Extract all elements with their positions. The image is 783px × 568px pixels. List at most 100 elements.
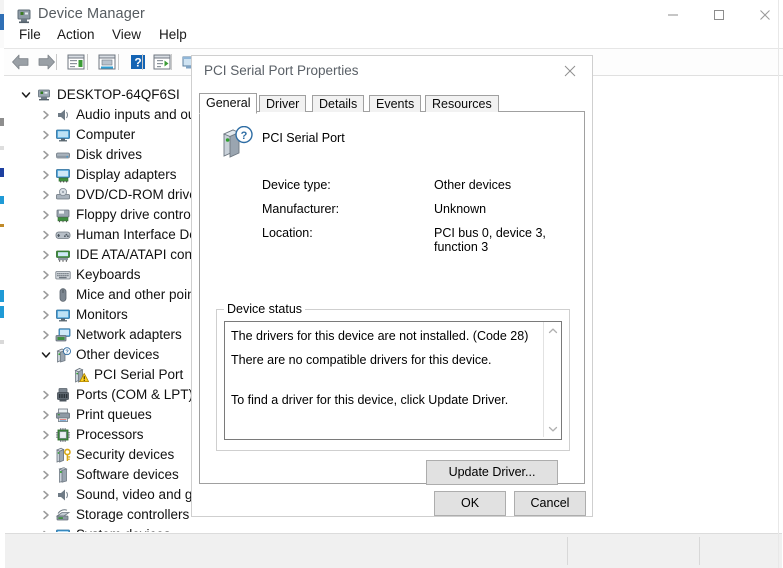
tab-resources[interactable]: Resources [425, 95, 499, 113]
status-line-2: There are no compatible drivers for this… [231, 353, 492, 367]
general-tab-panel: ? PCI Serial Port Device type: Other dev… [199, 112, 585, 485]
system-device-icon [55, 527, 71, 532]
hid-icon [55, 227, 71, 243]
menu-view[interactable]: View [105, 24, 148, 46]
chevron-right-icon[interactable] [39, 485, 53, 505]
chevron-right-icon[interactable] [39, 125, 53, 145]
menu-action[interactable]: Action [50, 24, 102, 46]
warning-device-icon [73, 367, 89, 383]
manufacturer-value: Unknown [434, 202, 487, 216]
dialog-title: PCI Serial Port Properties [204, 63, 359, 78]
security-device-icon [55, 447, 71, 463]
chevron-right-icon[interactable] [39, 505, 53, 525]
speaker-icon [55, 487, 71, 503]
toolbar-separator [56, 54, 57, 70]
chevron-right-icon[interactable] [39, 405, 53, 425]
display-adapter-icon [55, 167, 71, 183]
toolbar-separator [142, 54, 143, 70]
chevron-right-icon[interactable] [39, 225, 53, 245]
unknown-device-icon: ? [219, 125, 255, 160]
storage-controller-icon [55, 507, 71, 523]
svg-text:?: ? [241, 130, 248, 142]
menu-file[interactable]: File [12, 24, 48, 46]
dialog-tabs: General Driver Details Events Resources [199, 93, 585, 114]
properties-icon[interactable] [65, 52, 87, 72]
scroll-down-arrow[interactable] [544, 420, 561, 437]
device-type-label: Device type: [262, 178, 331, 192]
update-driver-button[interactable]: Update Driver... [426, 460, 558, 485]
screen: Device Manager File Action View Help ? D… [0, 0, 783, 568]
device-name: PCI Serial Port [262, 131, 345, 145]
print-queue-icon [55, 407, 71, 423]
tree-node-label: Keyboards [76, 267, 141, 282]
tree-node-label: Processors [76, 427, 144, 442]
chevron-right-icon[interactable] [39, 305, 53, 325]
chevron-right-icon[interactable] [39, 465, 53, 485]
tree-node-label: Computer [76, 127, 136, 142]
chevron-right-icon[interactable] [39, 165, 53, 185]
chevron-right-icon[interactable] [39, 205, 53, 225]
dialog-close-button[interactable] [547, 56, 592, 86]
optical-drive-icon [55, 187, 71, 203]
pci-serial-port-properties-dialog: PCI Serial Port Properties General Drive… [191, 55, 593, 517]
disk-icon [55, 147, 71, 163]
chevron-right-icon[interactable] [39, 265, 53, 285]
status-pane-2 [571, 536, 701, 566]
tree-node-label: Storage controllers [76, 507, 190, 522]
chevron-right-icon[interactable] [39, 445, 53, 465]
device-manager-icon [14, 5, 34, 25]
status-divider [699, 537, 700, 565]
tree-node-label: PCI Serial Port [94, 367, 184, 382]
show-hide-console-icon[interactable] [96, 52, 118, 72]
monitor-icon [55, 307, 71, 323]
status-scrollbar[interactable] [543, 322, 561, 437]
tree-node-label: Other devices [76, 347, 160, 362]
toolbar-separator [171, 54, 172, 70]
chevron-down-icon[interactable] [19, 85, 33, 105]
chevron-right-icon[interactable] [39, 185, 53, 205]
device-status-textbox[interactable]: The drivers for this device are not inst… [224, 321, 562, 440]
tree-node-label: Monitors [76, 307, 128, 322]
ok-button[interactable]: OK [434, 491, 506, 516]
scan-hardware-icon[interactable] [151, 52, 173, 72]
ide-controller-icon [55, 247, 71, 263]
chevron-right-icon[interactable] [39, 145, 53, 165]
floppy-ctrl-icon [55, 207, 71, 223]
menu-bar: File Action View Help [4, 24, 783, 46]
scroll-up-arrow[interactable] [544, 322, 561, 339]
tree-node-label: DVD/CD-ROM drives [76, 187, 204, 202]
chevron-right-icon[interactable] [39, 525, 53, 532]
chevron-right-icon[interactable] [39, 285, 53, 305]
chevron-right-icon[interactable] [39, 425, 53, 445]
chevron-right-icon[interactable] [39, 105, 53, 125]
back-icon[interactable] [10, 52, 32, 72]
help-icon[interactable]: ? [127, 52, 149, 72]
other-devices-icon: ? [55, 347, 71, 363]
cancel-button[interactable]: Cancel [514, 491, 586, 516]
status-pane-3 [703, 536, 781, 566]
tree-node-system-devices[interactable]: System devices [5, 525, 782, 532]
network-adapter-icon [55, 327, 71, 343]
monitor-icon [55, 127, 71, 143]
menu-help[interactable]: Help [152, 24, 194, 46]
tab-details[interactable]: Details [312, 95, 365, 113]
tree-node-label: Network adapters [76, 327, 182, 342]
svg-text:?: ? [134, 56, 141, 70]
toolbar-separator [87, 54, 88, 70]
speaker-icon [55, 107, 71, 123]
keyboard-icon [55, 267, 71, 283]
forward-icon[interactable] [35, 52, 57, 72]
chevron-right-icon[interactable] [39, 245, 53, 265]
window-title: Device Manager [38, 6, 145, 22]
status-divider [567, 537, 568, 565]
tab-general[interactable]: General [199, 93, 258, 114]
tab-events[interactable]: Events [369, 95, 422, 113]
device-type-value: Other devices [434, 178, 512, 192]
location-label: Location: [262, 226, 313, 240]
tab-driver[interactable]: Driver [259, 95, 307, 113]
chevron-right-icon[interactable] [39, 325, 53, 345]
software-device-icon [55, 467, 71, 483]
chevron-right-icon[interactable] [39, 385, 53, 405]
chevron-down-icon[interactable] [39, 345, 53, 365]
status-line-3: To find a driver for this device, click … [231, 393, 509, 407]
